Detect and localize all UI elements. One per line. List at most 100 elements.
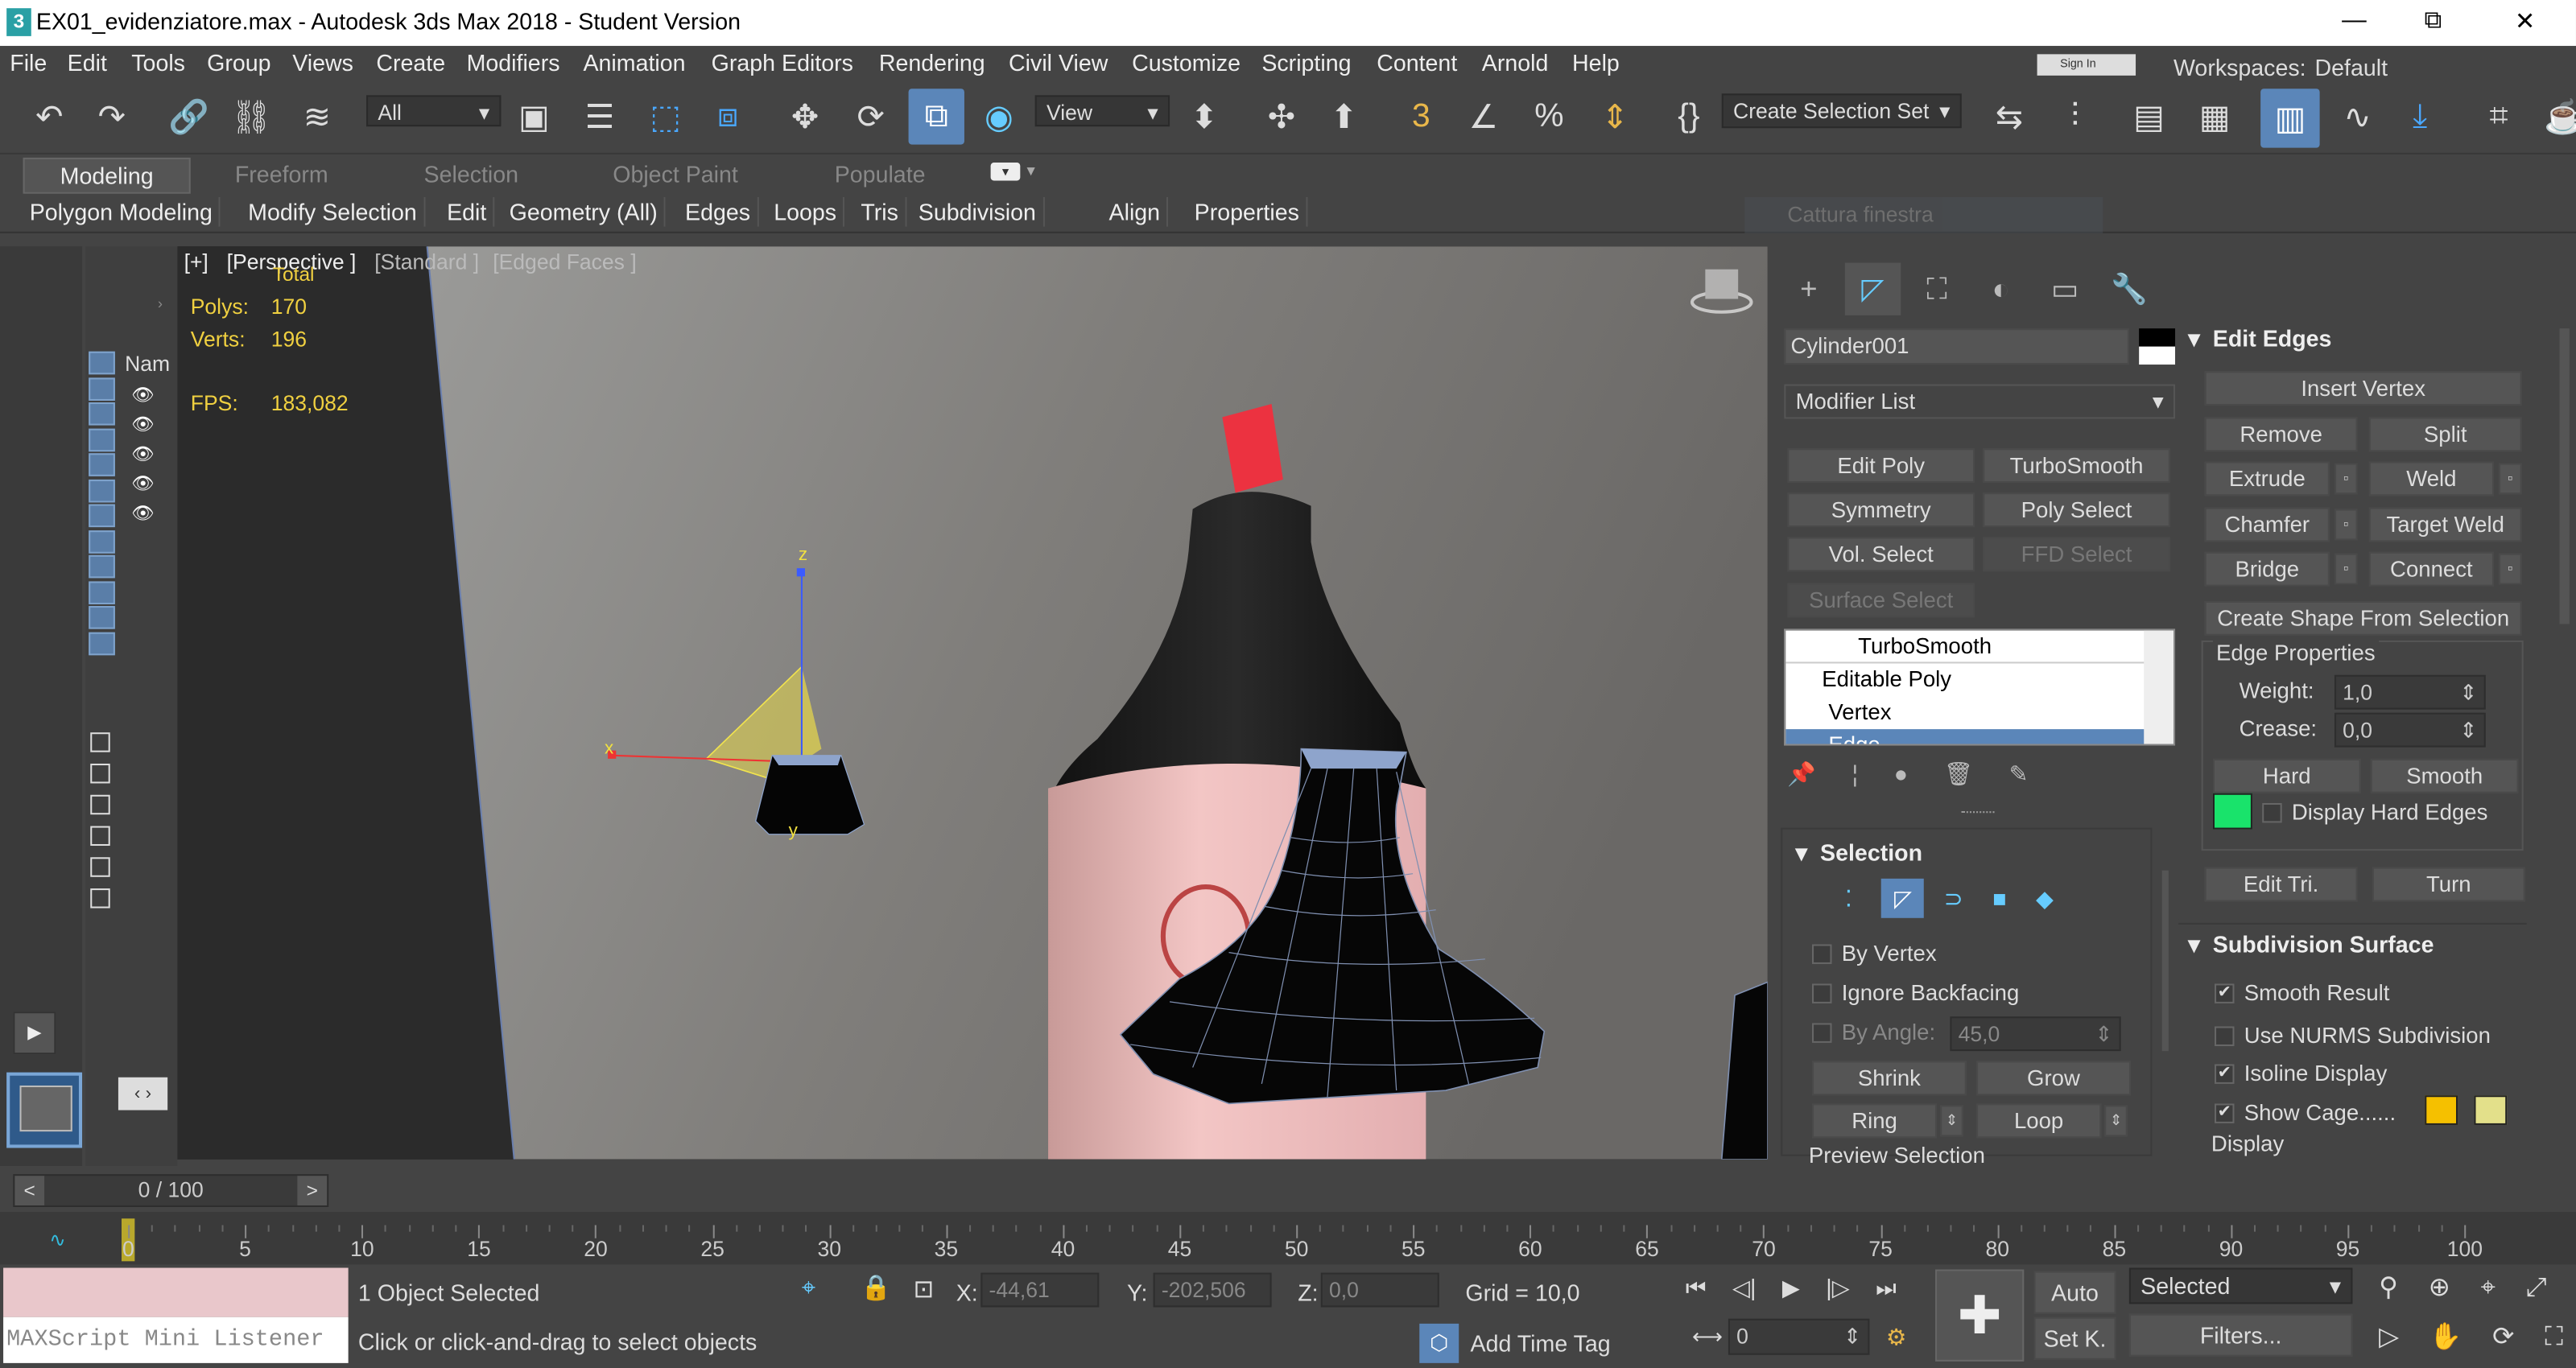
curve-editor-icon[interactable]: ∿: [2333, 92, 2382, 141]
workspaces-dropdown[interactable]: Default: [2305, 51, 2568, 83]
chevron-down-icon[interactable]: ▾: [1027, 163, 1035, 180]
checkbox[interactable]: [2214, 1027, 2235, 1047]
window-crossing-icon[interactable]: ⧈: [703, 92, 752, 141]
toggle-ribbon-icon[interactable]: ▥: [2260, 89, 2320, 148]
remove-button[interactable]: Remove: [2204, 417, 2358, 452]
reverse-arrows-button[interactable]: ‹ ›: [118, 1077, 168, 1110]
rollout-scrollbar[interactable]: [2559, 328, 2570, 624]
menu-group[interactable]: Group: [207, 49, 270, 76]
curve-editor-mini-icon[interactable]: ∿: [49, 1229, 66, 1252]
time-slider[interactable]: < 0 / 100 >: [13, 1174, 329, 1207]
weight-spinner[interactable]: 1,0 ⇕: [2334, 674, 2486, 710]
cage-color-swatch-1[interactable]: [2425, 1095, 2458, 1125]
viewport-label-plus[interactable]: [+]: [184, 249, 208, 274]
minimize-button[interactable]: —: [2330, 6, 2379, 35]
track-bar[interactable]: ∿ 0 5 10 15 20 25 30 35 40 45 50 55 60 65 70 75 80 85 90 95…: [0, 1212, 2576, 1265]
selection-rollout-header[interactable]: ▾ Selection: [1796, 839, 1922, 867]
panel-scrollbar[interactable]: [2161, 870, 2169, 1052]
show-cage-checkbox[interactable]: ✔ Show Cage......: [2214, 1100, 2396, 1125]
key-filters-button[interactable]: Filters...: [2128, 1313, 2353, 1357]
hidden-filter-icon[interactable]: [89, 631, 115, 655]
link-icon[interactable]: 🔗: [164, 92, 213, 141]
ribbon-options-icon[interactable]: ▾: [990, 163, 1021, 181]
percent-snap-icon[interactable]: %: [1525, 92, 1574, 141]
by-angle-spinner[interactable]: 45,0 ⇕: [1950, 1016, 2121, 1052]
object-name-field[interactable]: Cylinder001: [1784, 328, 2129, 365]
layers-icon[interactable]: [90, 888, 110, 909]
set-key-icon[interactable]: ✚: [1935, 1269, 2025, 1362]
material-editor-icon[interactable]: ⌗: [2474, 92, 2523, 141]
configure-modifier-sets-icon[interactable]: ✎: [2009, 760, 2029, 787]
smooth-result-checkbox[interactable]: ✔ Smooth Result: [2214, 980, 2389, 1005]
stack-item-vertex[interactable]: Vertex: [1785, 696, 2174, 729]
goto-start-icon[interactable]: ⏮: [1686, 1275, 1707, 1301]
motion-icon[interactable]: ◐: [1973, 263, 2029, 315]
create-icon[interactable]: +: [1781, 263, 1836, 315]
checkbox[interactable]: ✔: [2214, 1104, 2235, 1124]
checkbox[interactable]: [1812, 945, 1832, 965]
ribbon-tab-freeform[interactable]: Freeform: [235, 161, 328, 187]
maxscript-output[interactable]: [3, 1267, 349, 1317]
angle-snap-icon[interactable]: ∠: [1459, 92, 1508, 141]
hierarchy-icon[interactable]: ⛶: [1909, 263, 1964, 315]
smooth-button[interactable]: Smooth: [2370, 758, 2519, 793]
goto-end-icon[interactable]: ⏭: [1876, 1275, 1897, 1301]
shapes-filter-icon[interactable]: [89, 377, 115, 400]
remove-modifier-icon[interactable]: 🗑: [1944, 760, 1973, 787]
time-tag-icon[interactable]: ⬡: [1419, 1323, 1459, 1363]
containers-filter-icon[interactable]: [89, 580, 115, 604]
checkbox[interactable]: [2262, 803, 2282, 824]
stack-item-turbosmooth[interactable]: TurboSmooth: [1785, 631, 2174, 664]
panel-splitter[interactable]: [1961, 811, 1995, 814]
reference-coordinate-dropdown[interactable]: View ▾: [1034, 95, 1170, 127]
menu-animation[interactable]: Animation: [583, 49, 685, 76]
stack-item-edge[interactable]: Edge: [1785, 729, 2174, 744]
polygon-mode-icon[interactable]: ■: [1992, 885, 2006, 912]
mod-vol-select-button[interactable]: Vol. Select: [1787, 537, 1975, 572]
chamfer-settings-icon[interactable]: ▫: [2334, 509, 2358, 541]
menu-file[interactable]: File: [10, 49, 47, 76]
mod-symmetry-button[interactable]: Symmetry: [1787, 492, 1975, 528]
scene-explorer-icon[interactable]: ▤: [2124, 92, 2174, 141]
select-object-icon[interactable]: ▣: [510, 92, 559, 141]
time-config-icon[interactable]: ⚙: [1886, 1324, 1907, 1352]
filter-icon[interactable]: [90, 857, 110, 877]
zoom-icon[interactable]: ⚲: [2379, 1275, 2398, 1303]
visibility-eye-icon[interactable]: 👁: [131, 385, 155, 406]
orbit-icon[interactable]: ⟳: [2492, 1324, 2514, 1352]
chamfer-button[interactable]: Chamfer: [2204, 507, 2330, 542]
pivot-center-icon[interactable]: ⬍: [1179, 92, 1228, 141]
menu-edit[interactable]: Edit: [68, 49, 107, 76]
current-frame-spinner[interactable]: 0 ⇕: [1728, 1318, 1870, 1355]
make-unique-icon[interactable]: ●: [1894, 760, 1908, 787]
isoline-display-checkbox[interactable]: ✔ Isoline Display: [2214, 1061, 2387, 1086]
ribbon-polygon-modeling[interactable]: Polygon Modeling: [23, 196, 221, 227]
prev-frame-icon[interactable]: ◁|: [1732, 1275, 1756, 1301]
menu-arnold[interactable]: Arnold: [1482, 49, 1549, 76]
ribbon-geometry-all[interactable]: Geometry (All): [502, 196, 667, 227]
move-icon[interactable]: ✥: [780, 92, 829, 141]
checkbox[interactable]: ✔: [2214, 1065, 2235, 1085]
geometry-filter-icon[interactable]: [89, 351, 115, 375]
show-end-result-icon[interactable]: ¦: [1852, 760, 1858, 787]
split-button[interactable]: Split: [2368, 417, 2522, 452]
ribbon-align[interactable]: Align: [1102, 196, 1169, 227]
bridge-settings-icon[interactable]: ▫: [2334, 553, 2358, 585]
auto-key-button[interactable]: Auto: [2033, 1271, 2116, 1314]
absolute-mode-icon[interactable]: ⊡: [914, 1275, 935, 1304]
render-setup-icon[interactable]: ⤓: [2395, 92, 2444, 141]
hard-edge-color-swatch[interactable]: [2212, 793, 2252, 830]
perspective-viewport[interactable]: [+] [Perspective ] [Standard ] [Edged Fa…: [177, 246, 1768, 1160]
ribbon-tab-populate[interactable]: Populate: [835, 161, 926, 187]
turn-button[interactable]: Turn: [2372, 867, 2525, 902]
ribbon-tab-object-paint[interactable]: Object Paint: [613, 161, 738, 187]
keyboard-shortcut-icon[interactable]: ⬆: [1319, 92, 1368, 141]
spinner-arrows-icon[interactable]: ⇕: [1843, 1321, 1861, 1352]
visibility-eye-icon[interactable]: 👁: [131, 443, 155, 464]
redo-icon[interactable]: ↷: [87, 92, 136, 141]
ribbon-properties[interactable]: Properties: [1187, 196, 1308, 227]
ignore-backfacing-checkbox[interactable]: Ignore Backfacing: [1812, 980, 2019, 1005]
target-weld-button[interactable]: Target Weld: [2368, 507, 2522, 542]
bind-spacewarp-icon[interactable]: ≋: [292, 92, 341, 141]
grow-button[interactable]: Grow: [1976, 1061, 2131, 1096]
